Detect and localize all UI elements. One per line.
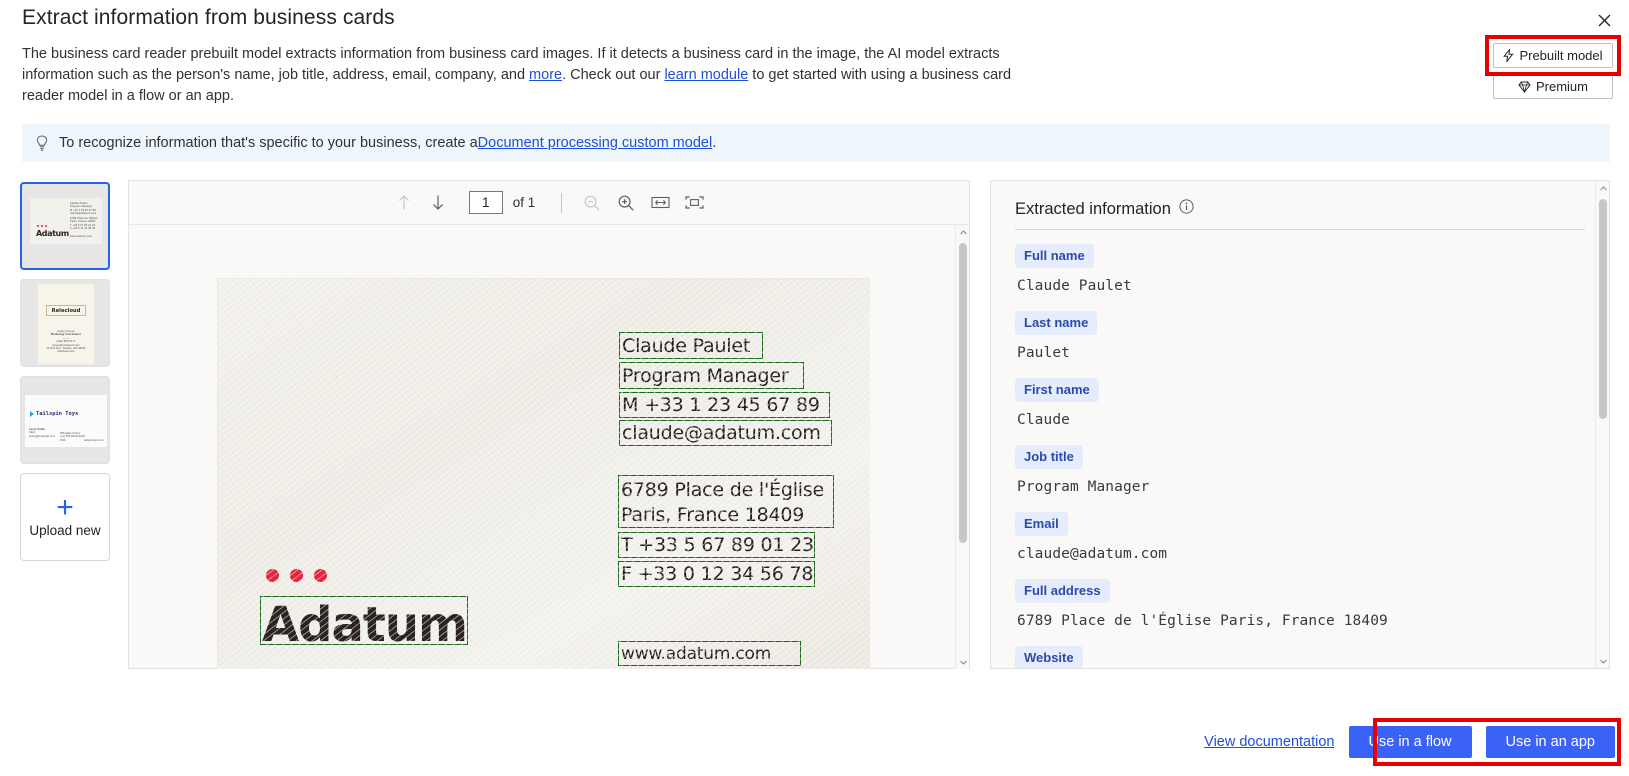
- dialog-footer: View documentation Use in a flow Use in …: [1204, 726, 1615, 758]
- intro-text-2: . Check out our: [562, 67, 665, 83]
- scroll-down-icon[interactable]: [1596, 654, 1609, 668]
- field-label: Website: [1015, 646, 1083, 668]
- lightning-icon: [1503, 49, 1515, 62]
- field-email: Email claude@adatum.com: [1015, 512, 1609, 562]
- close-icon[interactable]: [1589, 6, 1619, 34]
- thumbnail-tailspin-card: Tailspin Toys Avery Smith CEO avery@exampl…: [25, 395, 107, 447]
- diamond-icon: [1518, 81, 1531, 93]
- custom-model-infobar: To recognize information that's specific…: [22, 124, 1610, 162]
- use-in-a-flow-button[interactable]: Use in a flow: [1348, 726, 1472, 758]
- upload-new-button[interactable]: + Upload new: [20, 473, 110, 561]
- use-in-an-app-button[interactable]: Use in an app: [1485, 726, 1615, 758]
- scroll-up-icon[interactable]: [1596, 181, 1609, 195]
- thumbnail-list: Claude Paulet Program Manager M +33 1 23 4…: [20, 182, 112, 561]
- bbox-mobile-phone: M +33 1 23 45 67 89: [619, 392, 830, 418]
- field-label: Email: [1015, 512, 1068, 536]
- extracted-information-panel: Extracted information Full name Claude P…: [990, 180, 1610, 669]
- field-website: Website: [1015, 646, 1609, 668]
- viewer-toolbar: 1 of 1: [129, 181, 969, 225]
- field-last-name: Last name Paulet: [1015, 311, 1609, 361]
- infobar-text-after: .: [712, 135, 717, 151]
- field-label: Last name: [1015, 311, 1098, 335]
- adatum-dots: [266, 569, 327, 582]
- bbox-address: 6789 Place de l'Église Paris, France 184…: [618, 475, 834, 528]
- info-icon[interactable]: [1179, 199, 1194, 219]
- prebuilt-model-label: Prebuilt model: [1519, 48, 1603, 63]
- view-documentation-link[interactable]: View documentation: [1204, 734, 1334, 750]
- bbox-job-title: Program Manager: [619, 362, 804, 389]
- thumbnail-relecloud[interactable]: Relecloud Casey Jensen Marketing Coordina…: [20, 279, 110, 367]
- bbox-email: claude@adatum.com: [619, 420, 832, 446]
- prebuilt-model-badge[interactable]: Prebuilt model: [1493, 43, 1613, 68]
- thumbnail-dots: [37, 225, 47, 228]
- viewer-canvas[interactable]: Adatum Claude Paulet Program Manager M +…: [129, 225, 969, 669]
- field-first-name: First name Claude: [1015, 378, 1609, 428]
- bbox-fax: F +33 0 12 34 56 78: [618, 561, 815, 587]
- close-glyph: [1598, 14, 1610, 26]
- arrow-down-icon[interactable]: [425, 190, 451, 216]
- field-value: Paulet: [1017, 345, 1070, 361]
- field-job-title: Job title Program Manager: [1015, 445, 1609, 495]
- premium-badge[interactable]: Premium: [1493, 74, 1613, 99]
- viewer-scrollbar[interactable]: [955, 225, 969, 669]
- arrow-up-icon[interactable]: [391, 190, 417, 216]
- dialog-extract-business-cards: Extract information from business cards …: [0, 0, 1629, 776]
- model-badges: Prebuilt model Premium: [1493, 43, 1613, 105]
- thumbnail-tailspin-toys[interactable]: Tailspin Toys Avery Smith CEO avery@exampl…: [20, 376, 110, 464]
- page-number-input[interactable]: 1: [468, 191, 503, 214]
- magnifier-plus-icon[interactable]: [613, 190, 639, 216]
- scroll-down-icon[interactable]: [956, 655, 969, 669]
- field-value: Claude: [1017, 412, 1070, 428]
- bbox-website: www.adatum.com: [618, 641, 801, 666]
- thumbnail-relecloud-card: Relecloud Casey Jensen Marketing Coordina…: [38, 284, 94, 364]
- scroll-up-icon[interactable]: [956, 225, 969, 239]
- fit-page-icon[interactable]: [681, 190, 707, 216]
- extracted-fields: Full name Claude Paulet Last name Paulet…: [991, 230, 1609, 668]
- field-label: Full name: [1015, 244, 1094, 268]
- field-label: Job title: [1015, 445, 1083, 469]
- bbox-full-name: Claude Paulet: [619, 332, 763, 359]
- custom-model-link[interactable]: Document processing custom model: [478, 135, 713, 151]
- premium-label: Premium: [1535, 79, 1588, 94]
- bbox-company: [260, 596, 468, 645]
- thumbnail-adatum-logo: Adatum: [36, 229, 69, 238]
- thumbnail-tailspin-logo: Tailspin Toys: [36, 411, 79, 417]
- bbox-address-line2: Paris, France 18409: [621, 504, 805, 526]
- panel-scrollbar[interactable]: [1595, 181, 1609, 668]
- field-full-name: Full name Claude Paulet: [1015, 244, 1609, 294]
- plus-icon: +: [56, 490, 74, 524]
- field-value: 6789 Place de l'Église Paris, France 184…: [1017, 613, 1388, 629]
- viewer-scroll-thumb[interactable]: [959, 243, 967, 543]
- fit-width-icon[interactable]: [647, 190, 673, 216]
- business-card-image: Adatum Claude Paulet Program Manager M +…: [218, 279, 870, 669]
- page-total-label: of 1: [512, 195, 536, 210]
- thumbnail-relecloud-logo: Relecloud: [46, 305, 86, 316]
- magnifier-minus-icon[interactable]: [579, 190, 605, 216]
- learn-module-link[interactable]: learn module: [664, 67, 748, 83]
- field-value: Claude Paulet: [1017, 278, 1132, 294]
- extracted-info-header: Extracted information: [991, 181, 1609, 229]
- toolbar-divider: [561, 192, 563, 213]
- upload-new-label: Upload new: [29, 522, 101, 538]
- business-card-page: Adatum Claude Paulet Program Manager M +…: [217, 278, 870, 669]
- field-label: Full address: [1015, 579, 1110, 603]
- panel-scroll-thumb[interactable]: [1599, 199, 1607, 419]
- field-full-address: Full address 6789 Place de l'Église Pari…: [1015, 579, 1609, 629]
- infobar-text-before: To recognize information that's specific…: [59, 135, 478, 151]
- lightbulb-icon: [36, 134, 48, 152]
- bbox-address-line1: 6789 Place de l'Église: [621, 479, 825, 501]
- page-title: Extract information from business cards: [22, 6, 395, 29]
- more-link[interactable]: more: [529, 67, 562, 83]
- thumbnail-adatum-card: Claude Paulet Program Manager M +33 1 23 4…: [30, 198, 102, 244]
- tailspin-triangle-icon: [30, 411, 34, 417]
- extracted-info-title: Extracted information: [1015, 199, 1171, 218]
- thumbnail-adatum[interactable]: Claude Paulet Program Manager M +33 1 23 4…: [20, 182, 110, 270]
- field-value: Program Manager: [1017, 479, 1150, 495]
- document-viewer: 1 of 1 Adatum Claude Paulet Program Mana…: [128, 180, 970, 669]
- field-label: First name: [1015, 378, 1099, 402]
- intro-paragraph: The business card reader prebuilt model …: [22, 44, 1052, 107]
- field-value: claude@adatum.com: [1017, 546, 1168, 562]
- bbox-work-phone: T +33 5 67 89 01 23: [618, 532, 815, 558]
